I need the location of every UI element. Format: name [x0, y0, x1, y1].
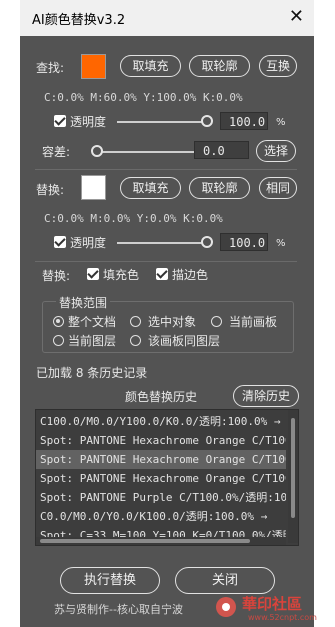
history-vertical-scrollbar[interactable] [288, 410, 298, 543]
replace-opacity-checkbox[interactable] [54, 236, 66, 248]
divider [35, 169, 297, 170]
replace-opacity-unit: % [276, 238, 286, 249]
find-pick-stroke-button[interactable]: 取轮廓 [189, 55, 250, 77]
scrollbar-thumb[interactable] [40, 539, 250, 543]
replace-opacity-slider-track[interactable] [117, 242, 207, 244]
window-title: AI颜色替换v3.2 [32, 13, 126, 28]
fill-color-checkbox[interactable] [87, 268, 99, 280]
flower-logo-icon [216, 597, 236, 617]
watermark-text: 華印社區 [242, 595, 303, 613]
scope-title: 替换范围 [56, 294, 111, 311]
scope-radio-whole-document[interactable] [53, 316, 64, 327]
color-replace-dialog: AI颜色替换v3.2 ✕ 查找: 取填充 取轮廓 互换 C:0.0% M:60.… [20, 0, 314, 627]
scope-option-label: 整个文档 [68, 315, 117, 329]
history-title: 颜色替换历史 [125, 390, 198, 404]
history-row[interactable]: C0.0/M0.0/Y0.0/K100.0/透明:100.0% → [36, 507, 286, 526]
replace-pick-stroke-button[interactable]: 取轮廓 [189, 177, 250, 199]
tolerance-slider-track[interactable] [94, 151, 194, 153]
replace-opacity-label: 透明度 [70, 236, 107, 250]
find-pick-fill-button[interactable]: 取填充 [120, 55, 181, 77]
replace-opacity-slider-knob[interactable] [201, 236, 213, 248]
clear-history-button[interactable]: 清除历史 [233, 385, 299, 407]
find-color-swatch[interactable] [81, 54, 106, 79]
fill-color-label: 填充色 [103, 268, 140, 282]
history-row[interactable]: Spot: PANTONE Hexachrome Orange C/T100 [36, 431, 286, 450]
find-cmyk-readout: C:0.0% M:60.0% Y:100.0% K:0.0% [44, 91, 243, 104]
title-bar: AI颜色替换v3.2 ✕ [20, 0, 314, 36]
scrollbar-thumb[interactable] [291, 418, 295, 518]
tolerance-slider-knob[interactable] [91, 145, 103, 157]
stroke-color-label: 描边色 [172, 268, 209, 282]
scope-radio-current-layer[interactable] [53, 335, 64, 346]
find-opacity-slider-track[interactable] [117, 121, 207, 123]
history-row[interactable]: Spot: PANTONE Hexachrome Orange C/T100 [36, 469, 286, 488]
scope-option-label: 选中对象 [148, 315, 197, 329]
watermark-logo: 華印社區 www.52cnpt.com [214, 591, 335, 627]
find-opacity-unit: % [276, 117, 286, 128]
history-loaded-status: 已加载 8 条历史记录 [36, 366, 148, 380]
history-horizontal-scrollbar[interactable] [36, 537, 286, 545]
scope-radio-artboard-same-layer[interactable] [130, 335, 141, 346]
history-row[interactable]: Spot: PANTONE Hexachrome Orange C/T100 [36, 450, 286, 469]
scope-radio-current-artboard[interactable] [211, 316, 222, 327]
find-opacity-slider-knob[interactable] [201, 115, 213, 127]
replace-label: 替换: [36, 183, 65, 197]
scope-option-label: 该画板同图层 [148, 334, 221, 348]
footer-credit: 苏与贤制作--核心取自宁波 [54, 603, 183, 616]
replace-opacity-input[interactable]: 100.0 [220, 233, 268, 251]
tolerance-label: 容差: [42, 145, 71, 159]
same-button[interactable]: 相同 [259, 177, 297, 199]
scope-radio-selection[interactable] [130, 316, 141, 327]
select-button[interactable]: 选择 [256, 140, 296, 162]
stroke-color-checkbox[interactable] [156, 268, 168, 280]
replace-pick-fill-button[interactable]: 取填充 [120, 177, 181, 199]
find-opacity-checkbox[interactable] [54, 115, 66, 127]
close-button[interactable]: 关闭 [175, 567, 275, 594]
find-label: 查找: [36, 61, 65, 75]
find-opacity-input[interactable]: 100.0 [220, 112, 268, 130]
watermark-url: www.52cnpt.com [248, 613, 317, 622]
replace-color-swatch[interactable] [81, 175, 106, 200]
tolerance-input[interactable]: 0.0 [194, 141, 249, 159]
replace-cmyk-readout: C:0.0% M:0.0% Y:0.0% K:0.0% [44, 212, 223, 225]
swap-button[interactable]: 互换 [259, 55, 297, 77]
scope-option-label: 当前图层 [68, 334, 117, 348]
history-row[interactable]: C100.0/M0.0/Y100.0/K0.0/透明:100.0% → [36, 412, 286, 431]
divider [35, 261, 297, 262]
scope-option-label: 当前画板 [229, 315, 278, 329]
execute-replace-button[interactable]: 执行替换 [60, 567, 160, 594]
close-icon[interactable]: ✕ [289, 6, 304, 27]
history-row[interactable]: Spot: PANTONE Purple C/T100.0%/透明:10 [36, 488, 286, 507]
replace-target-label: 替换: [42, 269, 71, 283]
find-opacity-label: 透明度 [70, 115, 107, 129]
history-list[interactable]: C100.0/M0.0/Y100.0/K0.0/透明:100.0% → Spot… [35, 409, 299, 546]
